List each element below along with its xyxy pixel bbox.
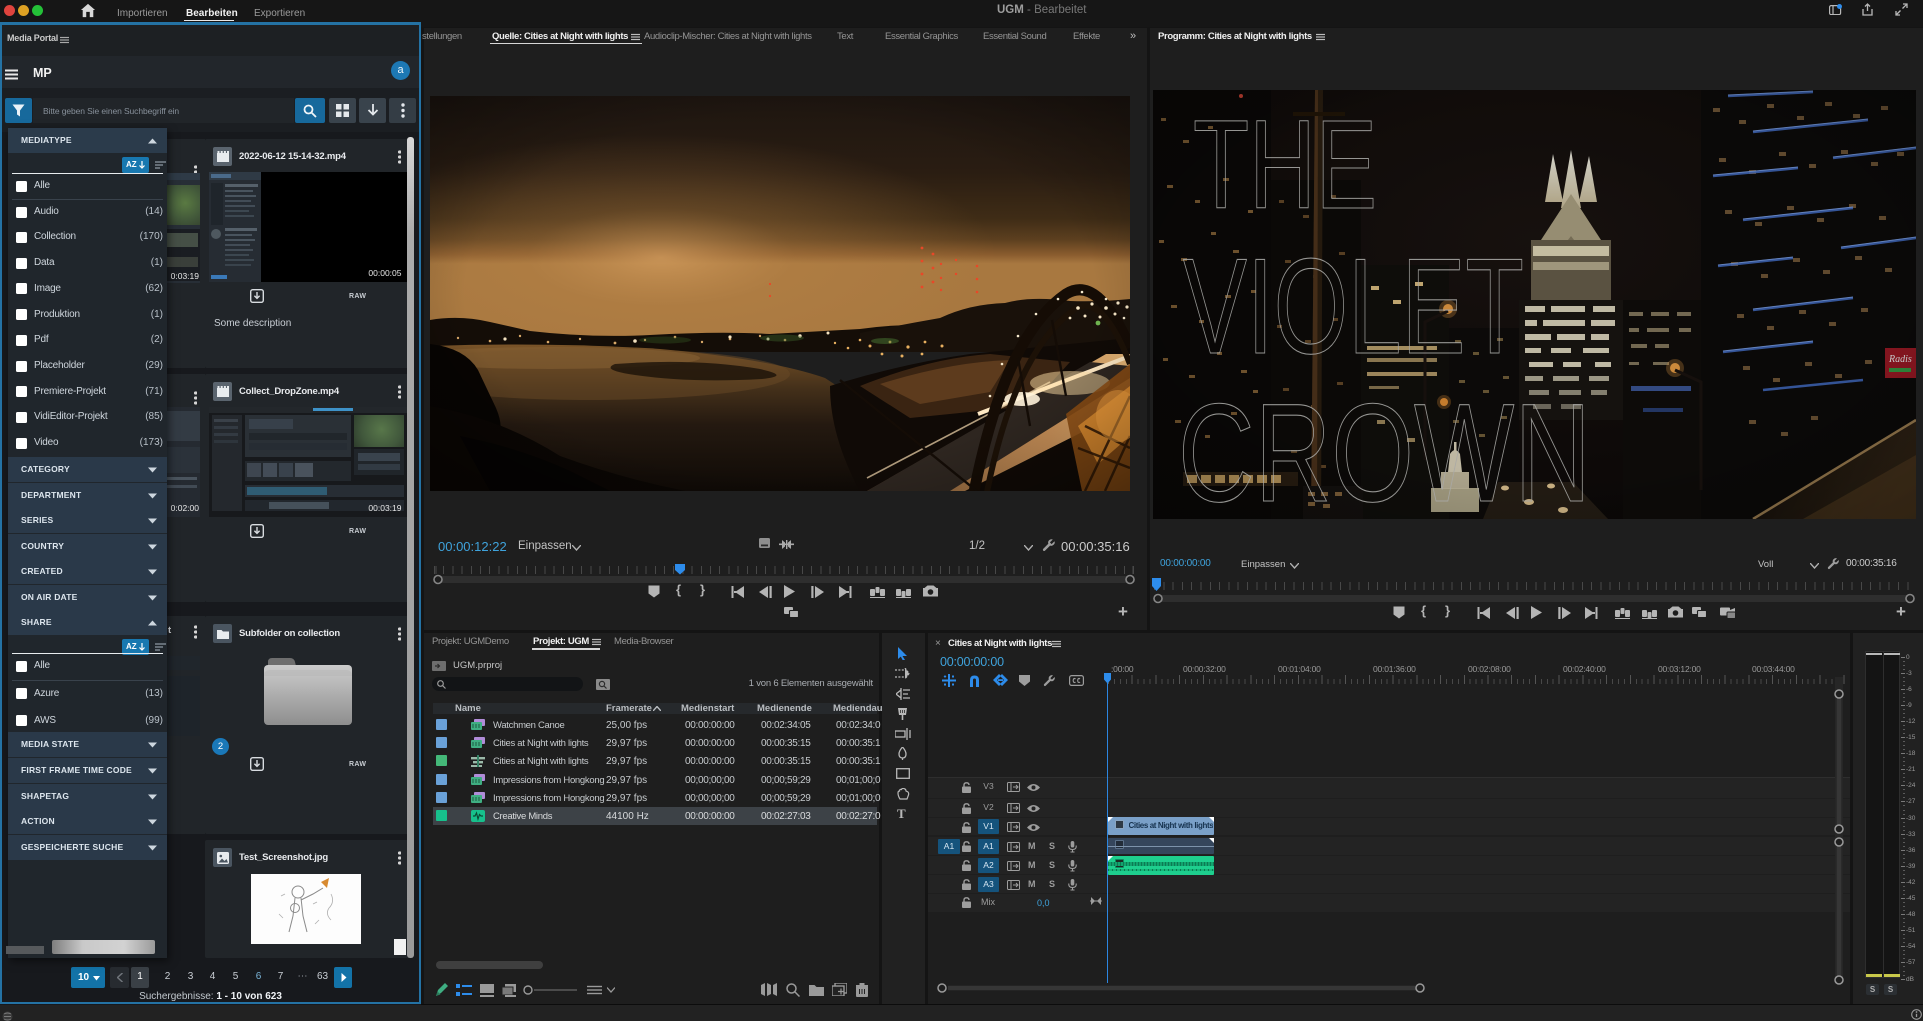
svg-text:CROWN: CROWN — [1178, 374, 1591, 519]
svg-text:VIOLET: VIOLET — [1183, 230, 1524, 382]
svg-text:THE: THE — [1193, 94, 1377, 235]
